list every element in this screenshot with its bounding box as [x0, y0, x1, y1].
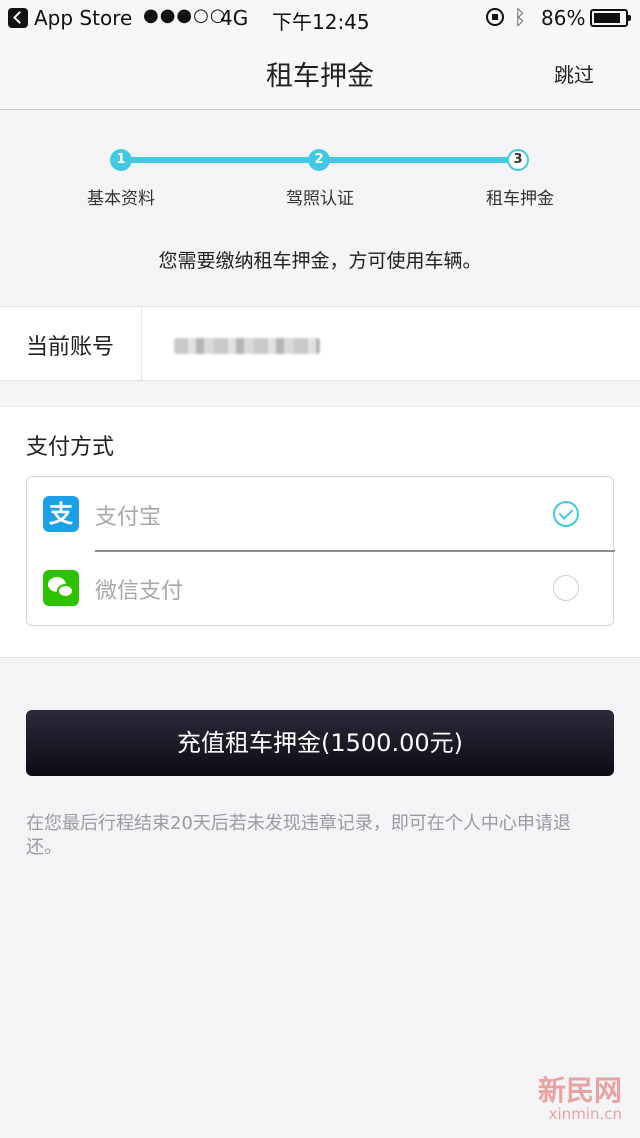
status-bar: App Store ●●●○○ 4G 下午12:45 ᛒ 86% [0, 0, 640, 36]
skip-button[interactable]: 跳过 [554, 59, 594, 88]
watermark-cn: 新民网 [537, 1074, 622, 1107]
step-label-1: 基本资料 [87, 189, 155, 209]
signal-strength-icon: ●●●○○ [143, 5, 227, 26]
recharge-deposit-button[interactable]: 充值租车押金(1500.00元) [26, 710, 614, 776]
unselected-radio-icon[interactable] [553, 575, 579, 601]
account-divider [141, 307, 142, 382]
payment-section: 支付方式 支 支付宝 微信支付 [0, 406, 640, 658]
watermark-en: xinmin.cn [548, 1105, 622, 1123]
bluetooth-icon: ᛒ [514, 5, 526, 29]
step-label-3: 租车押金 [486, 189, 554, 209]
deposit-notice: 您需要缴纳租车押金，方可使用车辆。 [158, 250, 482, 272]
payment-options-box: 支 支付宝 微信支付 [26, 476, 615, 626]
battery-icon [590, 9, 631, 27]
step-connector-2-3 [319, 157, 518, 163]
account-value-blurred [174, 338, 320, 354]
nav-bar: 租车押金 跳过 [0, 36, 640, 110]
xinmin-watermark: 新民网 xinmin.cn [537, 1074, 622, 1123]
step-dot-3: 3 [507, 149, 529, 171]
step-connector-1-2 [121, 157, 319, 163]
rotation-lock-icon [486, 8, 504, 26]
account-label: 当前账号 [26, 335, 115, 360]
payment-option-wechat[interactable]: 微信支付 [27, 551, 613, 625]
battery-fill [594, 13, 620, 23]
alipay-icon: 支 [43, 496, 79, 532]
progress-stepper: 1 2 3 基本资料 驾照认证 租车押金 您需要缴纳租车押金，方可使用车辆。 [0, 110, 640, 306]
back-to-app-label[interactable]: App Store [34, 6, 132, 30]
step-dot-2: 2 [308, 149, 330, 171]
status-time: 下午12:45 [272, 10, 370, 34]
step-label-2: 驾照认证 [286, 189, 354, 209]
back-arrow-icon[interactable] [8, 8, 28, 28]
payment-option-label: 支付宝 [95, 505, 162, 530]
payment-option-label: 微信支付 [95, 579, 184, 604]
step-dot-1: 1 [110, 149, 132, 171]
payment-option-alipay[interactable]: 支 支付宝 [27, 477, 613, 551]
refund-note: 在您最后行程结束20天后若未发现违章记录，即可在个人中心申请退还。 [26, 813, 571, 858]
wechat-icon [43, 570, 79, 606]
battery-percent: 86% [541, 6, 586, 30]
payment-section-title: 支付方式 [26, 435, 115, 460]
account-row: 当前账号 [0, 306, 640, 382]
selected-check-icon[interactable] [553, 501, 579, 527]
network-type: 4G [220, 6, 249, 30]
page-title: 租车押金 [266, 61, 374, 92]
